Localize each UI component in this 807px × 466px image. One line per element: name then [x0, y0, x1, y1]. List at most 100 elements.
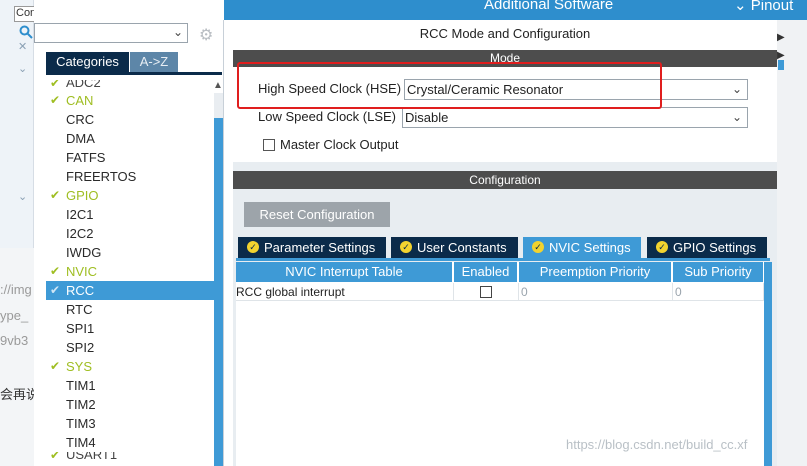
tab-nvic-settings[interactable]: ✓ NVIC Settings [523, 237, 641, 258]
sidebar-item-adc2[interactable]: ✔ ADC2 [46, 80, 214, 91]
sidebar-item-label: GPIO [66, 188, 99, 203]
sidebar-item-fatfs[interactable]: FATFS [46, 148, 214, 167]
check-icon: ✔ [50, 188, 61, 202]
tab-parameter-settings[interactable]: ✓ Parameter Settings [238, 237, 386, 258]
sidebar-item-tim4[interactable]: TIM4 [46, 433, 214, 452]
sidebar-item-label: SPI1 [66, 321, 95, 336]
sidebar-item-freertos[interactable]: FREERTOS [46, 167, 214, 186]
sidebar-item-spi1[interactable]: SPI1 [46, 319, 214, 338]
chevron-down-icon[interactable]: ⌄ [173, 25, 183, 39]
pinout-label: Pinout [750, 0, 794, 14]
background-text: ype_ [0, 308, 29, 323]
category-list: ✔ ADC2 ✔ CAN CRC DMA FATFS FREERTOS ✔ GPIO I2C1 I2C… [46, 80, 214, 466]
nvic-table: NVIC Interrupt Table Enabled Preemption … [236, 262, 764, 466]
tab-label: User Constants [417, 240, 507, 255]
lse-select[interactable]: Disable ⌄ [402, 107, 748, 128]
sidebar-item-can[interactable]: ✔ CAN [46, 91, 214, 110]
column-header[interactable]: Enabled [454, 262, 518, 282]
tab-label: NVIC Settings [549, 240, 631, 255]
sidebar-item-label: TIM3 [66, 416, 96, 431]
background-text: 9vb3 [0, 333, 29, 348]
master-clock-output-checkbox[interactable] [263, 139, 275, 151]
sidebar-item-label: USART1 [66, 452, 118, 462]
sub-priority-cell[interactable]: 0 [673, 283, 764, 301]
sidebar-item-label: FATFS [66, 150, 106, 165]
lse-select-value: Disable [405, 110, 449, 125]
scroll-up-icon[interactable]: ▲ [213, 80, 223, 91]
sidebar-item-label: FREERTOS [66, 169, 137, 184]
sidebar-item-sys[interactable]: ✔ SYS [46, 357, 214, 376]
category-scrollbar-thumb[interactable] [214, 118, 223, 466]
sidebar-item-label: ADC2 [66, 80, 101, 90]
tab-gpio-settings[interactable]: ✓ GPIO Settings [647, 237, 767, 258]
background-input: Con [14, 6, 34, 22]
sidebar-item-label: DMA [66, 131, 95, 146]
background-text: ://img [0, 282, 32, 297]
sidebar-item-iwdg[interactable]: IWDG [46, 243, 214, 262]
sidebar-item-label: IWDG [66, 245, 102, 260]
sidebar-item-rcc[interactable]: ✔ RCC [46, 281, 214, 300]
table-scrollbar[interactable] [764, 262, 772, 466]
sidebar-item-rtc[interactable]: RTC [46, 300, 214, 319]
sidebar-item-label: SPI2 [66, 340, 95, 355]
sidebar-item-label: TIM2 [66, 397, 96, 412]
chevron-down-icon: ⌄ [18, 191, 28, 203]
preemption-priority-cell[interactable]: 0 [519, 283, 673, 301]
check-circle-icon: ✓ [656, 241, 668, 253]
rail-indicator [778, 60, 784, 70]
sidebar-item-spi2[interactable]: SPI2 [46, 338, 214, 357]
column-header[interactable]: Sub Priority [673, 262, 764, 282]
sidebar-item-label: CRC [66, 112, 95, 127]
sidebar-item-nvic[interactable]: ✔ NVIC [46, 262, 214, 281]
reset-configuration-button[interactable]: Reset Configuration [244, 202, 390, 227]
sidebar-item-label: CAN [66, 93, 94, 108]
column-header[interactable]: NVIC Interrupt Table [236, 262, 453, 282]
interrupt-name-cell[interactable]: RCC global interrupt [236, 283, 454, 301]
sidebar-item-tim2[interactable]: TIM2 [46, 395, 214, 414]
top-header: Additional Software ⌄ Pinout [224, 0, 807, 20]
sidebar-item-label: RTC [66, 302, 93, 317]
search-icon[interactable] [19, 25, 33, 39]
search-input[interactable]: ⌄ [34, 23, 188, 43]
panel-top-band [34, 0, 224, 20]
tab-underline [46, 72, 222, 75]
check-icon: ✔ [50, 452, 61, 462]
master-clock-output-label: Master Clock Output [280, 137, 399, 152]
tab-label: GPIO Settings [673, 240, 757, 255]
enabled-checkbox[interactable] [480, 286, 492, 298]
sidebar-item-gpio[interactable]: ✔ GPIO [46, 186, 214, 205]
tab-user-constants[interactable]: ✓ User Constants [391, 237, 518, 258]
sidebar-item-label: TIM1 [66, 378, 96, 393]
side-rail: ▶ ▶ [777, 20, 807, 466]
sidebar-item-usart1[interactable]: ✔ USART1 [46, 452, 214, 463]
check-icon: ✔ [50, 93, 61, 107]
chevron-down-icon: ⌄ [734, 0, 751, 14]
additional-software-tab[interactable]: Additional Software [484, 0, 613, 13]
check-icon: ✔ [50, 283, 61, 297]
sidebar-item-label: I2C1 [66, 207, 94, 222]
check-circle-icon: ✓ [400, 241, 412, 253]
collapse-arrow-icon[interactable]: ▶ [777, 32, 785, 43]
background-text: Con [16, 7, 34, 19]
tab-a-to-z[interactable]: A->Z [130, 52, 178, 72]
tab-categories[interactable]: Categories [46, 52, 129, 72]
sidebar-item-tim3[interactable]: TIM3 [46, 414, 214, 433]
chevron-down-icon: ⌄ [731, 110, 742, 124]
sidebar-item-crc[interactable]: CRC [46, 110, 214, 129]
sidebar-item-label: RCC [66, 283, 95, 298]
gear-icon[interactable]: ⚙ [199, 25, 213, 45]
check-circle-icon: ✓ [247, 241, 259, 253]
background-page: Con ✕ ⌄ ⌄ ://img ype_ 9vb3 会再说 [0, 0, 34, 466]
chevron-down-icon: ⌄ [18, 63, 28, 75]
column-header[interactable]: Preemption Priority [519, 262, 672, 282]
sidebar-item-i2c1[interactable]: I2C1 [46, 205, 214, 224]
sidebar-item-i2c2[interactable]: I2C2 [46, 224, 214, 243]
sidebar-item-tim1[interactable]: TIM1 [46, 376, 214, 395]
pinout-menu[interactable]: ⌄ Pinout [734, 0, 793, 14]
tab-underline [236, 258, 770, 261]
configuration-section-header: Configuration [233, 171, 777, 189]
sidebar-item-label: NVIC [66, 264, 98, 279]
sidebar-item-dma[interactable]: DMA [46, 129, 214, 148]
check-icon: ✔ [50, 264, 61, 278]
background-text: 会再说 [0, 387, 34, 402]
